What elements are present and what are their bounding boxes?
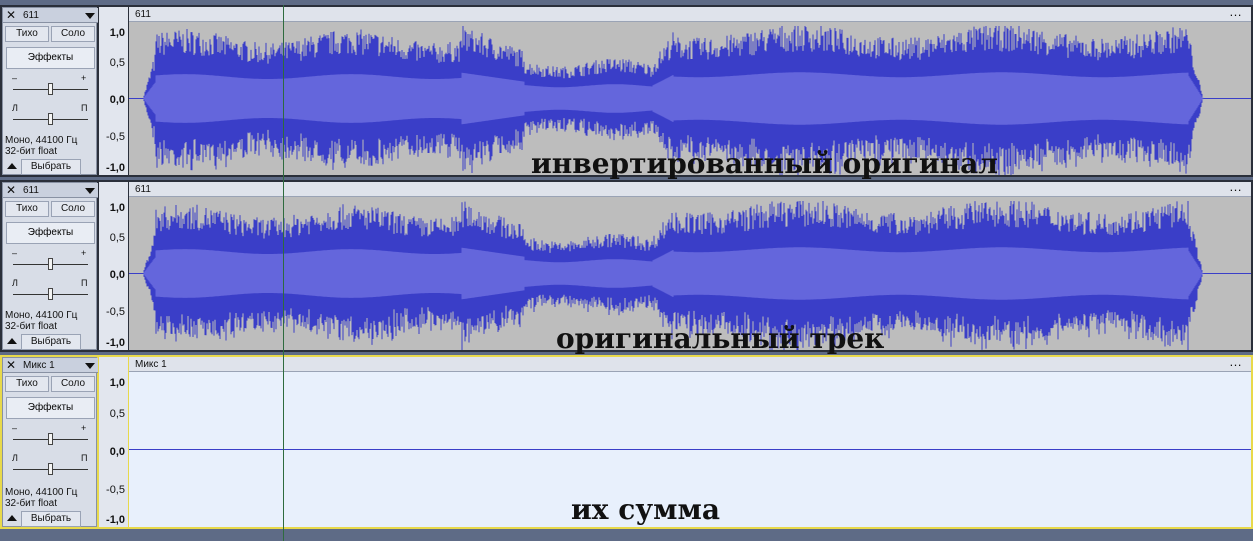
clip-name: 611: [135, 9, 151, 20]
ruler-label: -0,5: [106, 306, 125, 318]
pan-slider[interactable]: [13, 288, 88, 300]
solo-button[interactable]: Соло: [51, 376, 95, 392]
ruler-label: 1,0: [109, 202, 125, 214]
pan-slider-thumb[interactable]: [48, 113, 53, 125]
track-title-bar[interactable]: ✕ 611: [3, 183, 98, 198]
collapse-icon[interactable]: [7, 515, 17, 521]
close-icon[interactable]: ✕: [6, 183, 16, 198]
ruler-label: 0,5: [109, 232, 125, 244]
track-title-bar[interactable]: ✕ 611: [3, 8, 98, 23]
waveform-rms: [143, 72, 1204, 125]
track-bitdepth-info: 32-бит float: [5, 498, 58, 509]
overlay-caption: инвертированный оригинал: [531, 147, 998, 180]
pan-slider[interactable]: [13, 463, 88, 475]
track-format-info: Моно, 44100 Гц: [5, 135, 78, 146]
track-2: ✕ 611 Тихо Соло Эффекты – + Л П Моно, 44…: [0, 179, 1253, 355]
ruler-label: -0,5: [106, 484, 125, 496]
collapse-icon[interactable]: [7, 163, 17, 169]
vertical-ruler: 1,0 0,5 0,0 -0,5 -1,0: [99, 182, 128, 350]
chevron-down-icon[interactable]: [85, 188, 95, 194]
clip-header[interactable]: 611 …: [129, 4, 1251, 22]
pan-slider-thumb[interactable]: [48, 288, 53, 300]
track-name: 611: [23, 10, 39, 21]
pan-left-label: Л: [12, 453, 18, 463]
pan-slider-thumb[interactable]: [48, 463, 53, 475]
mute-button[interactable]: Тихо: [5, 201, 49, 217]
chevron-down-icon[interactable]: [85, 13, 95, 19]
overlay-caption: оригинальный трек: [556, 322, 885, 355]
track-name: 611: [23, 185, 39, 196]
gain-minus-label: –: [12, 73, 18, 83]
ruler-label: -1,0: [106, 162, 125, 174]
track-bitdepth-info: 32-бит float: [5, 321, 58, 332]
gain-plus-label: +: [81, 423, 87, 433]
ruler-label: 0,5: [109, 57, 125, 69]
effects-button[interactable]: Эффекты: [6, 222, 95, 244]
gain-slider[interactable]: [13, 258, 88, 270]
ruler-label: 0,5: [109, 408, 125, 420]
solo-button[interactable]: Соло: [51, 26, 95, 42]
solo-button[interactable]: Соло: [51, 201, 95, 217]
close-icon[interactable]: ✕: [6, 8, 16, 23]
track-format-info: Моно, 44100 Гц: [5, 310, 78, 321]
gain-slider[interactable]: [13, 433, 88, 445]
gain-minus-label: –: [12, 248, 18, 258]
ruler-label: 1,0: [109, 27, 125, 39]
ruler-label: -0,5: [106, 131, 125, 143]
clip-menu-icon[interactable]: …: [1229, 4, 1243, 19]
waveform-rms: [143, 247, 1204, 300]
track-3-mix: ✕ Микс 1 Тихо Соло Эффекты – + Л П Моно,…: [0, 354, 1253, 529]
collapse-icon[interactable]: [7, 338, 17, 344]
ruler-label: -1,0: [106, 337, 125, 349]
ruler-label: 0,0: [109, 269, 125, 281]
pan-slider[interactable]: [13, 113, 88, 125]
vertical-ruler: 1,0 0,5 0,0 -0,5 -1,0: [99, 357, 128, 527]
clip-name: Микс 1: [135, 359, 167, 370]
select-button[interactable]: Выбрать: [21, 334, 81, 350]
pan-right-label: П: [81, 278, 88, 288]
track-name: Микс 1: [23, 360, 55, 371]
gain-slider-thumb[interactable]: [48, 83, 53, 95]
ruler-label: 1,0: [109, 377, 125, 389]
gain-slider-thumb[interactable]: [48, 433, 53, 445]
gain-slider[interactable]: [13, 83, 88, 95]
gain-plus-label: +: [81, 73, 87, 83]
pan-right-label: П: [81, 453, 88, 463]
effects-button[interactable]: Эффекты: [6, 47, 95, 69]
track-title-bar[interactable]: ✕ Микс 1: [3, 358, 98, 373]
track-control-panel: ✕ Микс 1 Тихо Соло Эффекты – + Л П Моно,…: [2, 357, 98, 527]
select-button[interactable]: Выбрать: [21, 511, 81, 527]
track-control-panel: ✕ 611 Тихо Соло Эффекты – + Л П Моно, 44…: [2, 182, 98, 350]
gain-plus-label: +: [81, 248, 87, 258]
close-icon[interactable]: ✕: [6, 358, 16, 373]
pan-left-label: Л: [12, 103, 18, 113]
clip-header[interactable]: Микс 1 …: [129, 354, 1251, 372]
track-1: ✕ 611 Тихо Соло Эффекты – + Л П Моно, 44…: [0, 4, 1253, 180]
pan-left-label: Л: [12, 278, 18, 288]
ruler-label: -1,0: [106, 514, 125, 526]
clip-menu-icon[interactable]: …: [1229, 179, 1243, 194]
track-control-panel: ✕ 611 Тихо Соло Эффекты – + Л П Моно, 44…: [2, 7, 98, 175]
vertical-ruler: 1,0 0,5 0,0 -0,5 -1,0: [99, 7, 128, 175]
clip-menu-icon[interactable]: …: [1229, 354, 1243, 369]
gain-minus-label: –: [12, 423, 18, 433]
track-bitdepth-info: 32-бит float: [5, 146, 58, 157]
clip-header[interactable]: 611 …: [129, 179, 1251, 197]
gain-slider-thumb[interactable]: [48, 258, 53, 270]
ruler-label: 0,0: [109, 94, 125, 106]
effects-button[interactable]: Эффекты: [6, 397, 95, 419]
ruler-label: 0,0: [109, 446, 125, 458]
mute-button[interactable]: Тихо: [5, 26, 49, 42]
playhead-cursor[interactable]: [283, 5, 284, 541]
mute-button[interactable]: Тихо: [5, 376, 49, 392]
select-button[interactable]: Выбрать: [21, 159, 81, 175]
chevron-down-icon[interactable]: [85, 363, 95, 369]
pan-right-label: П: [81, 103, 88, 113]
track-format-info: Моно, 44100 Гц: [5, 487, 78, 498]
overlay-caption: их сумма: [571, 493, 720, 526]
clip-name: 611: [135, 184, 151, 195]
